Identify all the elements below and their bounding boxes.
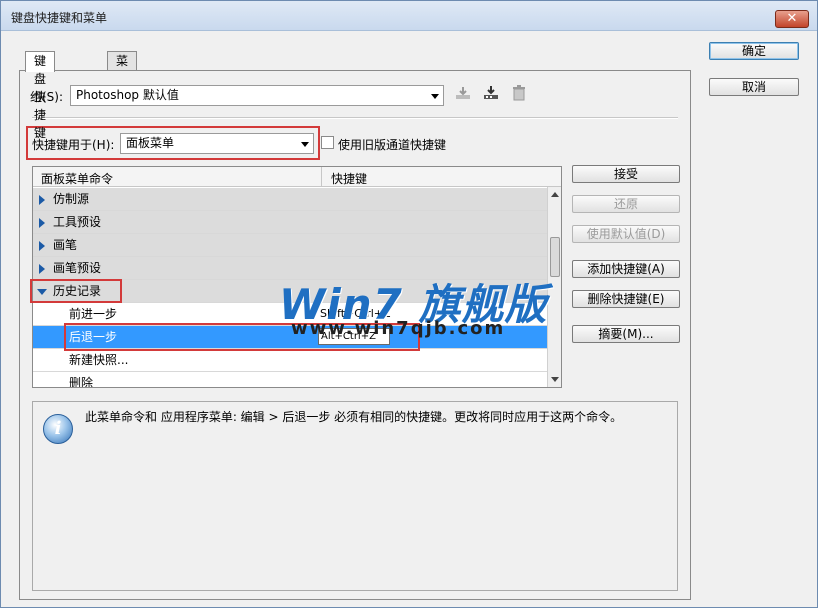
accept-button[interactable]: 接受 [572, 165, 680, 183]
info-icon: i [43, 414, 73, 444]
undo-button[interactable]: 还原 [572, 195, 680, 213]
use-default-button[interactable]: 使用默认值(D) [572, 225, 680, 243]
scroll-down-icon[interactable] [551, 377, 559, 382]
highlight-box [30, 279, 122, 303]
column-header-shortcut[interactable]: 快捷键 [331, 170, 367, 187]
row-name: 新建快照... [69, 353, 129, 367]
row-name: 删除 [69, 376, 94, 388]
delete-shortcut-button[interactable]: 删除快捷键(E) [572, 290, 680, 308]
legacy-channel-shortcuts-label: 使用旧版通道快捷键 [338, 138, 447, 152]
row-name: 画笔预设 [53, 261, 102, 275]
cancel-button[interactable]: 取消 [709, 78, 799, 96]
save-as-set-icon[interactable] [482, 85, 500, 103]
table-row[interactable]: 画笔 [33, 234, 547, 257]
row-name: 画笔 [53, 238, 78, 252]
window-title: 键盘快捷键和菜单 [11, 11, 108, 25]
tab-menus[interactable]: 菜单 [107, 51, 138, 86]
divider [32, 117, 678, 119]
info-message: 此菜单命令和 应用程序菜单: 编辑 > 后退一步 必须有相同的快捷键。更改将同时… [85, 410, 623, 424]
scroll-up-icon[interactable] [551, 192, 559, 197]
summarize-button[interactable]: 摘要(M)... [572, 325, 680, 343]
set-dropdown[interactable]: Photoshop 默认值 [70, 85, 444, 106]
watermark-url: www.win7qjb.com [291, 318, 506, 339]
close-icon[interactable]: ✕ [787, 11, 798, 26]
column-header-command[interactable]: 面板菜单命令 [41, 170, 113, 187]
info-panel: i 此菜单命令和 应用程序菜单: 编辑 > 后退一步 必须有相同的快捷键。更改将… [32, 401, 678, 591]
tab-label: 键盘快捷键 [34, 54, 47, 140]
row-name: 仿制源 [53, 192, 90, 206]
scroll-thumb[interactable] [550, 237, 560, 277]
vertical-scrollbar[interactable] [547, 187, 561, 387]
ok-button[interactable]: 确定 [709, 42, 799, 60]
column-divider[interactable] [321, 167, 322, 187]
add-shortcut-button[interactable]: 添加快捷键(A) [572, 260, 680, 278]
keyboard-shortcuts-dialog: 键盘快捷键和菜单 ✕ 键盘快捷键 菜单 组(S): Photoshop 默认值 … [0, 0, 818, 608]
table-row[interactable]: 仿制源 [33, 188, 547, 211]
table-header: 面板菜单命令 快捷键 [33, 167, 561, 187]
table-row[interactable]: 删除 [33, 372, 547, 388]
expand-triangle-icon[interactable] [39, 218, 45, 228]
save-set-icon[interactable] [454, 85, 472, 103]
row-name: 前进一步 [69, 307, 118, 321]
set-value: Photoshop 默认值 [76, 88, 179, 102]
table-row[interactable]: 工具预设 [33, 211, 547, 234]
tab-keyboard-shortcuts[interactable]: 键盘快捷键 [25, 51, 56, 140]
title-bar[interactable]: 键盘快捷键和菜单 ✕ [1, 1, 817, 31]
highlight-box [26, 126, 320, 160]
expand-triangle-icon[interactable] [39, 264, 45, 274]
trash-icon[interactable] [510, 85, 528, 103]
table-row[interactable]: 新建快照... [33, 349, 547, 372]
expand-triangle-icon[interactable] [39, 195, 45, 205]
expand-triangle-icon[interactable] [39, 241, 45, 251]
row-name: 工具预设 [53, 215, 102, 229]
close-button[interactable]: ✕ [775, 10, 809, 28]
chevron-down-icon [431, 94, 439, 99]
legacy-channel-shortcuts-checkbox[interactable] [321, 136, 334, 149]
